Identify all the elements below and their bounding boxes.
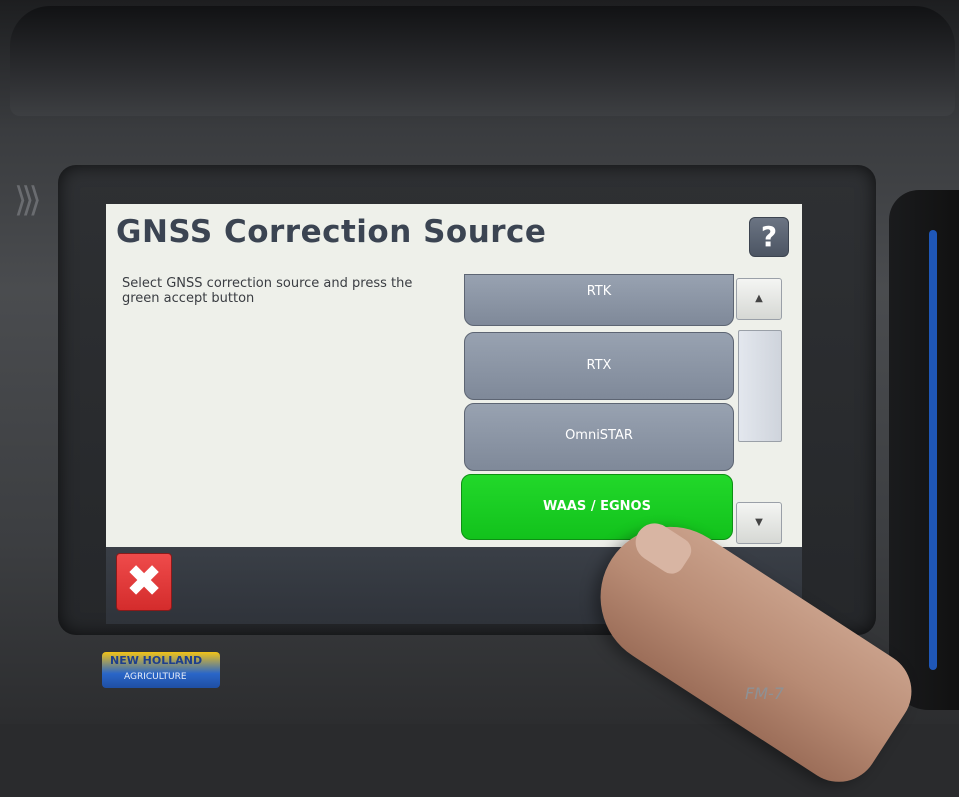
page-title: GNSS Correction Source (116, 214, 547, 250)
option-rtk[interactable]: RTK (464, 274, 734, 326)
scroll-up-button[interactable]: ▲ (736, 278, 782, 320)
brand-logo: NEW HOLLAND AGRICULTURE (102, 652, 220, 688)
option-label: OmniSTAR (565, 428, 633, 443)
brand-subtitle: AGRICULTURE (124, 672, 187, 682)
chevron-up-icon: ▲ (755, 293, 763, 304)
device-grip-stripe (929, 230, 937, 670)
correction-source-list: RTK RTX OmniSTAR WAAS / EGNOS (461, 274, 734, 554)
speaker-vent-icon: ⟩⟩⟩ (14, 180, 42, 220)
option-label: WAAS / EGNOS (543, 499, 651, 514)
list-scrollbar[interactable]: ▲ ▼ (736, 278, 782, 546)
scroll-down-button[interactable]: ▼ (736, 502, 782, 544)
device-right-grip (889, 190, 959, 710)
help-button[interactable]: ? (749, 217, 789, 257)
cancel-button[interactable]: ✖ (116, 553, 172, 611)
scroll-thumb[interactable] (738, 330, 782, 442)
device-top-shade (10, 6, 955, 116)
model-label: FM-7 (745, 684, 784, 703)
instruction-text: Select GNSS correction source and press … (122, 276, 413, 306)
device-housing: ⟩⟩⟩ GNSS Correction Source ? Select GNSS… (0, 0, 959, 797)
brand-name: NEW HOLLAND (110, 654, 203, 667)
option-label: RTK (586, 284, 612, 299)
chevron-down-icon: ▼ (755, 517, 763, 528)
option-omnistar[interactable]: OmniSTAR (464, 403, 734, 471)
option-rtx[interactable]: RTX (464, 332, 734, 400)
option-label: RTX (586, 358, 612, 373)
scroll-track[interactable] (738, 320, 782, 500)
close-icon: ✖ (125, 556, 163, 607)
